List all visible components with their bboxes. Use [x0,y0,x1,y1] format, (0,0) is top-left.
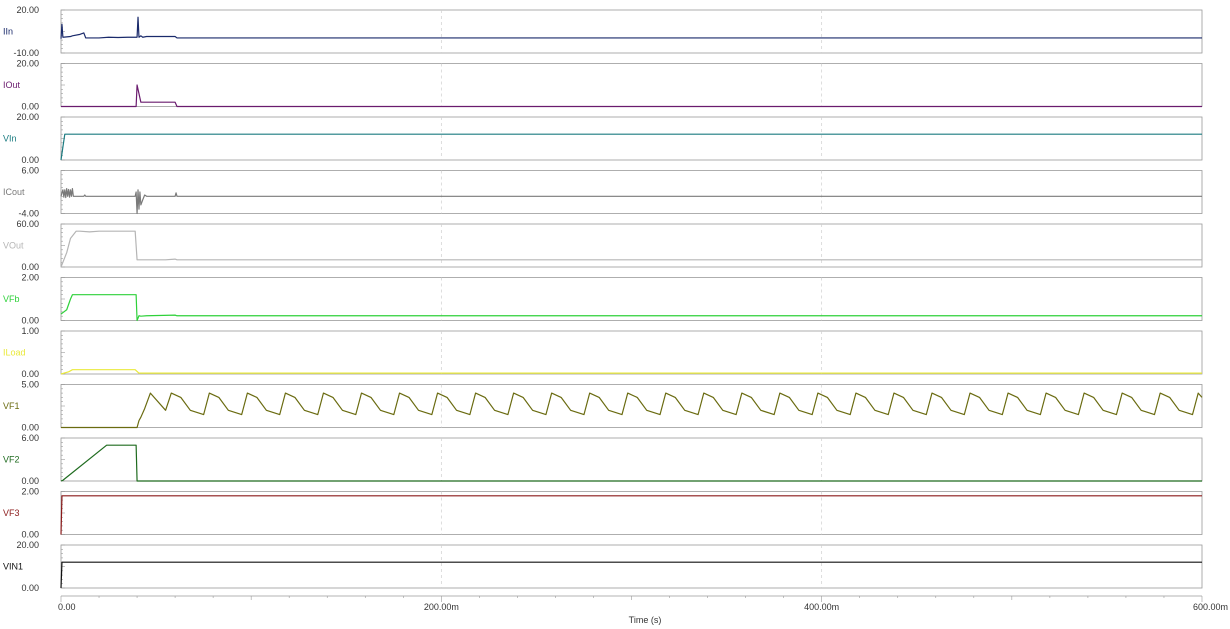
panel-frame [60,330,1203,375]
panel-frame [60,491,1203,535]
panel-frame [60,116,1203,161]
panel-frame [60,384,1203,428]
series-line-vf1 [61,392,1203,429]
panel-vfb: 2.00 0.00 VFb [3,273,1203,326]
panel-vf3: 2.00 0.00 VF3 [3,487,1203,540]
y-min-label: 0.00 [21,476,39,486]
panels: 20.00-10.00IIn20.000.00IOut20.000.00VIn6… [3,5,1203,593]
series-line-vf2 [60,444,1202,482]
y-min-label: 0.00 [21,155,39,165]
panel-iload: 1.00 0.00 ILoad [3,326,1203,379]
panel-vout: 60.00 0.00 VOut [3,219,1203,272]
signal-label: VFb [3,294,20,304]
y-max-label: 20.00 [16,540,39,550]
signal-label: ICout [3,187,25,197]
y-max-label: 6.00 [21,433,39,443]
signal-label: VF1 [3,401,20,411]
panel-vf1: 5.00 0.00 VF1 [3,380,1203,433]
panel-vin1: 20.00 0.00 VIN1 [3,540,1203,593]
signal-label: IIn [3,27,13,37]
y-max-label: 20.00 [16,112,39,122]
series-line-vin [60,133,1202,161]
y-max-label: 2.00 [21,487,39,497]
signal-label: ILoad [3,348,26,358]
y-min-label: 0.00 [21,102,39,112]
series-line-iload [60,369,1202,375]
y-max-label: 2.00 [21,273,39,283]
panel-frame [60,63,1203,107]
y-max-label: 6.00 [21,166,39,176]
series-line-vout [60,230,1202,268]
x-tick-label: 600.00m [1193,602,1228,612]
y-min-label: 0.00 [21,369,39,379]
signal-label: IOut [3,80,21,90]
y-min-label: 0.00 [21,423,39,433]
panel-iin: 20.00 -10.00 IIn [3,5,1203,58]
waveform-plot: 20.00-10.00IIn20.000.00IOut20.000.00VIn6… [3,5,1228,625]
panel-frame [60,544,1203,589]
signal-label: VOut [3,241,24,251]
x-tick-label: 200.00m [424,602,459,612]
signal-label: VIn [3,134,17,144]
panel-icout: 6.00 -4.00 ICout [3,166,1203,219]
y-min-label: 0.00 [21,583,39,593]
signal-label: VIN1 [3,562,23,572]
signal-label: VF3 [3,508,20,518]
panel-frame [60,170,1203,214]
series-line-iin [60,16,1202,39]
y-max-label: 20.00 [16,59,39,69]
y-min-label: 0.00 [21,316,39,326]
panel-iout: 20.00 0.00 IOut [3,59,1203,112]
y-max-label: 20.00 [16,5,39,15]
panel-vin: 20.00 0.00 VIn [3,112,1203,165]
panel-frame [60,277,1203,321]
panel-frame [60,223,1203,268]
series-line-vin1 [60,561,1202,589]
y-min-label: 0.00 [21,530,39,540]
y-max-label: 60.00 [16,219,39,229]
panel-vf2: 6.00 0.00 VF2 [3,433,1203,486]
time-axis: 0.00 200.00m 400.00m 600.00m [58,595,1228,612]
panel-frame [60,9,1203,54]
x-axis-title: Time (s) [629,615,662,625]
panel-frame [60,437,1203,482]
signal-label: VF2 [3,455,20,465]
series-line-vf3 [60,495,1202,535]
x-tick-label: 400.00m [804,602,839,612]
series-line-iout [61,84,1202,108]
series-line-vfb [60,294,1202,322]
y-min-label: -10.00 [13,48,39,58]
y-max-label: 5.00 [21,380,39,390]
y-min-label: 0.00 [21,262,39,272]
y-max-label: 1.00 [21,326,39,336]
x-tick-label: 0.00 [58,602,76,612]
y-min-label: -4.00 [18,209,39,219]
series-line-icout [60,187,1202,215]
